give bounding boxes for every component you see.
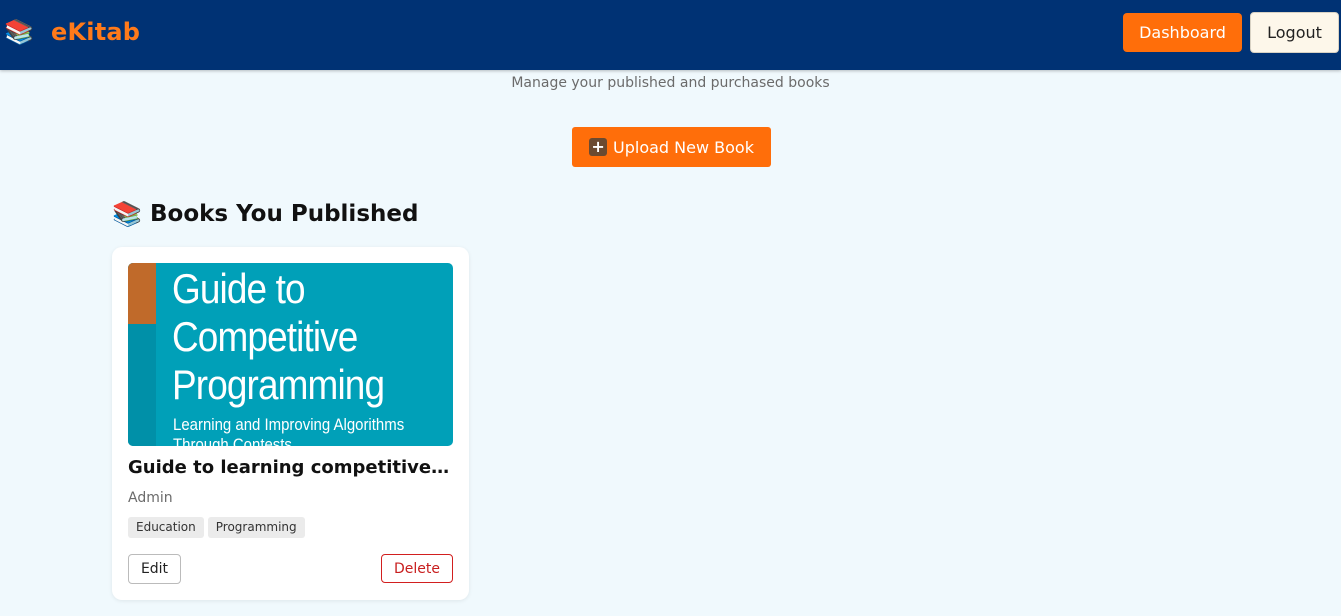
- dashboard-button[interactable]: Dashboard: [1123, 13, 1242, 52]
- plus-icon: +: [589, 138, 608, 156]
- books-icon: 📚: [4, 18, 34, 46]
- brand-name[interactable]: eKitab: [51, 18, 140, 46]
- cover-title-line: Programming: [172, 361, 385, 408]
- cover-title-line: Guide to: [172, 265, 306, 312]
- book-tags: Education Programming: [128, 517, 305, 538]
- tag-education: Education: [128, 517, 204, 538]
- cover-title: Guide to Competitive Programming: [172, 265, 418, 409]
- book-card[interactable]: Guide to Competitive Programming Learnin…: [112, 247, 469, 600]
- delete-button[interactable]: Delete: [381, 554, 453, 583]
- cover-subtitle: Learning and Improving Algorithms Throug…: [173, 415, 405, 446]
- books-icon: 📚: [112, 200, 142, 228]
- upload-button-label: Upload New Book: [613, 137, 754, 157]
- cover-title-line: Competitive: [172, 313, 358, 360]
- book-author: Admin: [128, 490, 173, 506]
- section-title: Books You Published: [150, 201, 419, 227]
- upload-new-book-button[interactable]: + Upload New Book: [572, 127, 771, 167]
- cover-tab: [128, 263, 156, 324]
- published-section-heading: 📚 Books You Published: [112, 198, 418, 230]
- top-navbar: 📚 eKitab Dashboard Logout: [0, 0, 1341, 70]
- book-cover[interactable]: Guide to Competitive Programming Learnin…: [128, 263, 453, 446]
- page-subtitle: Manage your published and purchased book…: [511, 75, 830, 91]
- book-title[interactable]: Guide to learning competitive programmin…: [128, 457, 453, 478]
- tag-programming: Programming: [207, 517, 305, 538]
- brand-logo[interactable]: 📚 eKitab: [4, 17, 140, 47]
- logout-button[interactable]: Logout: [1250, 12, 1339, 53]
- edit-button[interactable]: Edit: [128, 554, 181, 584]
